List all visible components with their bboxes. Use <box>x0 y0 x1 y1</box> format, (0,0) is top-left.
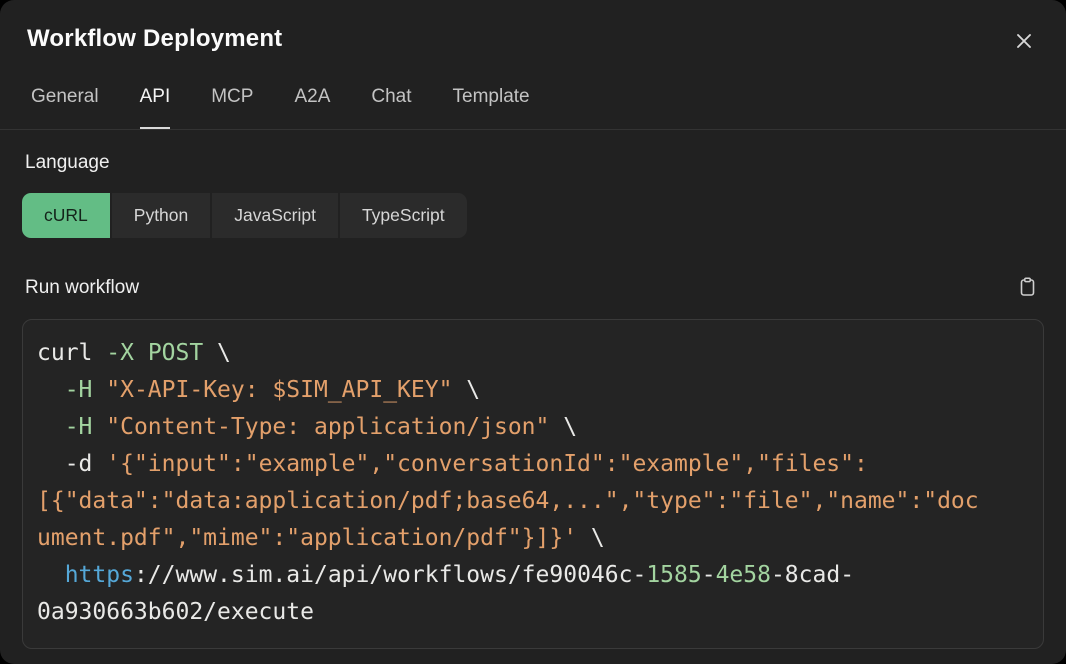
code-line: -H "X-API-Key: $SIM_API_KEY" \ <box>37 372 1029 409</box>
code-line: -H "Content-Type: application/json" \ <box>37 409 1029 446</box>
code-line: -d '{"input":"example","conversationId":… <box>37 446 1029 483</box>
tab-bar: General API MCP A2A Chat Template <box>0 86 1066 129</box>
tab-general[interactable]: General <box>31 86 99 129</box>
tab-template[interactable]: Template <box>453 86 530 129</box>
language-option-typescript[interactable]: TypeScript <box>340 193 467 238</box>
code-line: [{"data":"data:application/pdf;base64,..… <box>37 483 1029 520</box>
dialog-body: Language cURLPythonJavaScriptTypeScript … <box>0 152 1066 649</box>
language-option-python[interactable]: Python <box>112 193 210 238</box>
run-workflow-label: Run workflow <box>25 277 139 299</box>
code-line: curl -X POST \ <box>37 335 1029 372</box>
header-divider <box>0 129 1066 130</box>
code-line: ument.pdf","mime":"application/pdf"}]}' … <box>37 520 1029 557</box>
workflow-deployment-dialog: Workflow Deployment General API MCP A2A Chat… <box>0 0 1066 664</box>
close-button[interactable] <box>1010 27 1038 55</box>
code-line: 0a930663b602/execute <box>37 594 1029 631</box>
language-label: Language <box>25 152 1044 174</box>
language-option-javascript[interactable]: JavaScript <box>212 193 338 238</box>
dialog-header: Workflow Deployment <box>0 0 1066 55</box>
language-segmented-control: cURLPythonJavaScriptTypeScript <box>22 193 1044 238</box>
tab-a2a[interactable]: A2A <box>294 86 330 129</box>
run-workflow-row: Run workflow <box>22 274 1044 301</box>
code-block: curl -X POST \ -H "X-API-Key: $SIM_API_K… <box>22 319 1044 649</box>
copy-code-button[interactable] <box>1015 274 1040 301</box>
tab-api[interactable]: API <box>140 86 171 129</box>
dialog-title: Workflow Deployment <box>27 25 282 53</box>
language-option-curl[interactable]: cURL <box>22 193 110 238</box>
clipboard-icon <box>1017 276 1038 299</box>
tab-chat[interactable]: Chat <box>371 86 411 129</box>
code-line: https://www.sim.ai/api/workflows/fe90046… <box>37 557 1029 594</box>
close-icon <box>1014 31 1034 51</box>
tab-mcp[interactable]: MCP <box>211 86 253 129</box>
